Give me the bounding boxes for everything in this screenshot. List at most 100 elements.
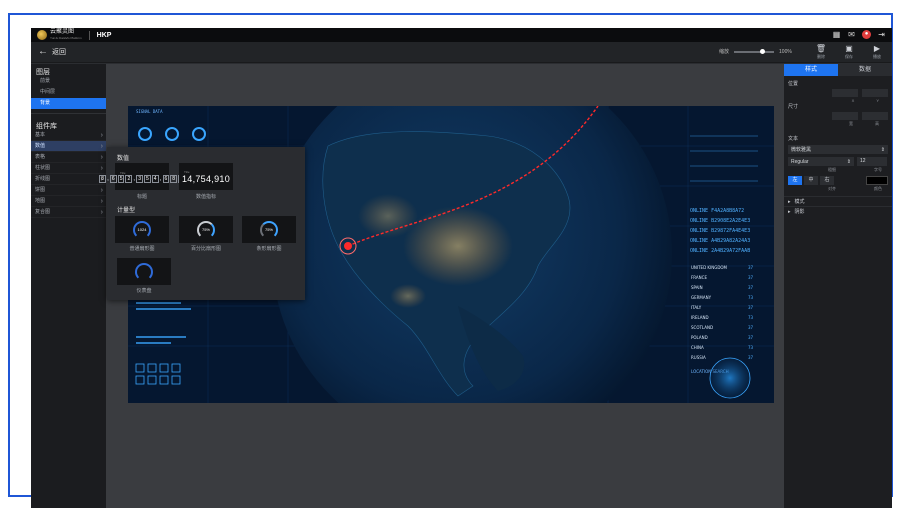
- component-item-table[interactable]: 表格 ›: [31, 152, 106, 163]
- save-button[interactable]: ▣ 保存: [840, 44, 858, 60]
- height-caption: 高: [875, 121, 879, 126]
- library-heading: 组件库: [36, 123, 57, 130]
- chevron-updown-icon: ⇕: [846, 158, 851, 165]
- component-card-sector[interactable]: 1024: [115, 216, 169, 243]
- save-icon: ▣: [845, 44, 853, 53]
- zoom-value: 100%: [779, 48, 792, 55]
- country-value: 73: [748, 295, 754, 300]
- speedometer-icon: [135, 262, 153, 281]
- align-caption: 对齐: [828, 186, 836, 191]
- chevron-right-icon: ›: [100, 154, 103, 161]
- width-input[interactable]: [832, 112, 858, 120]
- country-name: RUSSIA: [691, 355, 706, 360]
- card-label: 百分比扇形图: [190, 246, 221, 252]
- text-color-swatch[interactable]: [866, 176, 888, 185]
- font-size-input[interactable]: 12: [857, 157, 887, 166]
- text-section: 文本 微软雅黑 ⇕ Regular ⇕ 12 粗细 字号 左 中 右 对齐 颜色: [784, 131, 892, 192]
- component-item-basic[interactable]: 基本 ›: [31, 130, 106, 141]
- back-label: 返回: [52, 49, 66, 56]
- app-logo[interactable]: 云聚灵图 YunJu DataVis Platform: [37, 29, 82, 41]
- zoom-slider[interactable]: [734, 48, 775, 54]
- y-caption: Y: [876, 98, 879, 103]
- zoom-control: 缩放 100%: [719, 48, 792, 55]
- component-card-percent-sector[interactable]: 75%: [179, 216, 233, 243]
- online-line: ONLINE B2908E2A2E4E3: [690, 218, 750, 224]
- position-section: 位置 X Y 尺寸 宽 高: [784, 76, 892, 127]
- mail-icon[interactable]: ✉: [847, 30, 856, 39]
- country-name: UNITED KINGDOM: [691, 265, 728, 270]
- top-bar: 云聚灵图 YunJu DataVis Platform HKP ▦ ✉ ● ⇥: [31, 28, 892, 42]
- component-item-bar-chart[interactable]: 柱状图 ›: [31, 163, 106, 174]
- logo-subtext: YunJu DataVis Platform: [50, 36, 82, 40]
- panel-tabs: 样式 数据: [784, 64, 892, 76]
- signal-label: SIGNAL DATA: [136, 109, 163, 114]
- align-center-button[interactable]: 中: [804, 176, 818, 185]
- tab-data[interactable]: 数据: [838, 64, 892, 76]
- component-item-map[interactable]: 地图 ›: [31, 196, 106, 207]
- digit-display: 8 , 6 5 2 , 3 5 4 , 6 8 0: [99, 174, 185, 183]
- zoom-slider-thumb[interactable]: [760, 48, 766, 54]
- text-label: 文本: [788, 136, 799, 142]
- popup-heading: 数值: [117, 156, 130, 162]
- component-item-line-chart[interactable]: 折线图 ›: [31, 174, 106, 185]
- country-name: FRANCE: [691, 275, 707, 280]
- chevron-right-icon: ›: [100, 198, 103, 205]
- caret-right-icon: ▸: [788, 199, 791, 205]
- logo-icon: [37, 30, 47, 40]
- position-x-input[interactable]: [832, 89, 858, 97]
- layer-item-middle[interactable]: 中间层: [31, 87, 106, 98]
- component-item-pie-chart[interactable]: 饼图 ›: [31, 185, 106, 196]
- play-button[interactable]: ▶ 播放: [868, 44, 886, 60]
- chevron-right-icon: ›: [100, 187, 103, 194]
- chevron-right-icon: ›: [100, 165, 103, 172]
- logout-icon[interactable]: ⇥: [877, 30, 886, 39]
- shadow-section-toggle[interactable]: ▸ 阴影: [784, 206, 892, 216]
- country-name: IRELAND: [691, 315, 709, 320]
- user-avatar-icon[interactable]: ●: [862, 30, 871, 39]
- card-label: 条形扇形图: [256, 246, 282, 252]
- size-caption: 字号: [874, 167, 882, 172]
- mini-globe: [709, 357, 751, 399]
- align-left-button[interactable]: 左: [788, 176, 802, 185]
- mode-section-toggle[interactable]: ▸ 模式: [784, 196, 892, 206]
- grid-icon[interactable]: ▦: [832, 30, 841, 39]
- layer-item-foreground[interactable]: 前景: [31, 76, 106, 87]
- top-icon-group: ▦ ✉ ● ⇥: [832, 30, 886, 39]
- height-input[interactable]: [862, 112, 888, 120]
- layer-item-background[interactable]: 背景: [31, 98, 106, 109]
- component-item-numeric[interactable]: 数值 ›: [31, 141, 106, 152]
- font-weight-select[interactable]: Regular ⇕: [788, 157, 854, 166]
- weight-caption: 粗细: [828, 167, 836, 172]
- font-family-select[interactable]: 微软雅黑 ⇕: [788, 145, 888, 154]
- component-item-composite[interactable]: 复合图 ›: [31, 207, 106, 218]
- country-name: POLAND: [691, 335, 708, 340]
- chevron-right-icon: ›: [100, 143, 103, 150]
- country-name: ITALY: [691, 305, 702, 310]
- gauge-icon: 1024: [133, 220, 151, 239]
- country-value: 73: [748, 315, 754, 320]
- indicator-value: 14,754,910: [181, 173, 231, 184]
- tab-style[interactable]: 样式: [784, 64, 838, 76]
- card-label: 仪表盘: [136, 288, 152, 294]
- component-card-numeric-indicator[interactable]: Title 14,754,910: [179, 163, 233, 190]
- component-card-dashboard-gauge[interactable]: [117, 258, 171, 285]
- position-y-input[interactable]: [862, 89, 888, 97]
- frame-left-border: [8, 13, 10, 497]
- delete-button[interactable]: 🗑 删除: [812, 44, 830, 60]
- zoom-label: 缩放: [719, 49, 730, 55]
- caret-right-icon: ▸: [788, 209, 791, 215]
- divider: [31, 113, 106, 114]
- component-card-bar-sector[interactable]: 75%: [242, 216, 296, 243]
- online-line: ONLINE B29872FA4E4E3: [690, 228, 750, 234]
- online-line: ONLINE A4B29A82A24A3: [690, 238, 750, 244]
- width-caption: 宽: [849, 121, 853, 126]
- component-card-title[interactable]: Title 8 , 6 5 2 , 3 5 4 , 6 8 0: [99, 163, 185, 190]
- country-name: CHINA: [691, 345, 704, 350]
- arrow-left-icon: ←: [38, 46, 48, 57]
- align-right-button[interactable]: 右: [820, 176, 834, 185]
- play-icon: ▶: [873, 44, 881, 53]
- online-line: ONLINE F4A2A8B8A72: [690, 208, 744, 214]
- card-label: 普通扇形图: [129, 246, 155, 252]
- size-label: 尺寸: [788, 104, 799, 110]
- back-button[interactable]: ← 返回: [38, 47, 66, 57]
